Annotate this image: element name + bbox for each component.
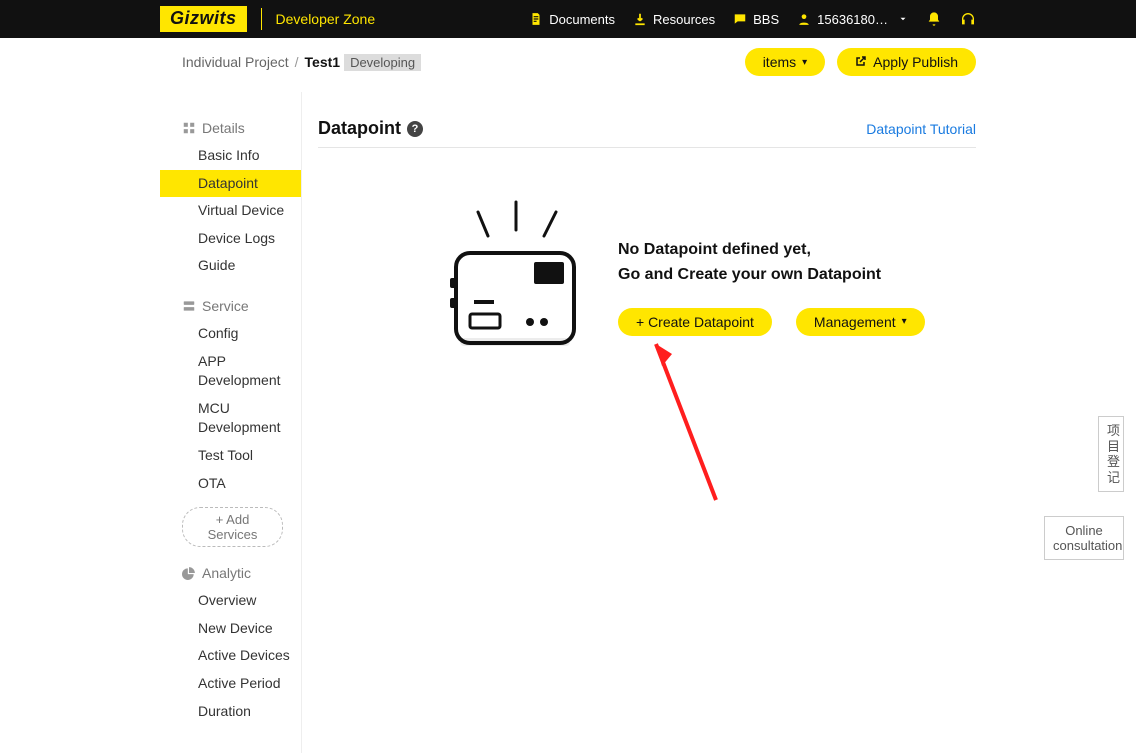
sidebar-item-guide[interactable]: Guide: [160, 252, 301, 280]
management-button-label: Management: [814, 314, 896, 330]
pie-chart-icon: [182, 566, 196, 580]
grid-icon: [182, 121, 196, 135]
sidebar-section-service: Service: [160, 298, 301, 314]
nav-documents-label: Documents: [549, 12, 615, 27]
datapoint-tutorial-link[interactable]: Datapoint Tutorial: [866, 121, 976, 137]
breadcrumb-separator: /: [295, 54, 299, 70]
sidebar-item-active-period[interactable]: Active Period: [160, 670, 301, 698]
download-icon: [633, 12, 647, 26]
nav-bbs-label: BBS: [753, 12, 779, 27]
logo-separator: [261, 8, 262, 30]
sidebar-item-ota[interactable]: OTA: [160, 470, 301, 498]
nav-resources-label: Resources: [653, 12, 715, 27]
project-register-label: 项目登记: [1107, 423, 1115, 485]
empty-state-line1: No Datapoint defined yet,: [618, 241, 811, 258]
create-datapoint-button[interactable]: + Create Datapoint: [618, 308, 772, 336]
sidebar-item-mcu-development[interactable]: MCU Development: [160, 395, 301, 442]
help-icon[interactable]: ?: [407, 121, 423, 137]
sidebar-item-active-devices[interactable]: Active Devices: [160, 642, 301, 670]
nav-documents[interactable]: Documents: [529, 12, 615, 27]
sidebar-item-test-tool[interactable]: Test Tool: [160, 442, 301, 470]
nav-resources[interactable]: Resources: [633, 12, 715, 27]
caret-down-icon: ▾: [902, 316, 907, 327]
page-title-text: Datapoint: [318, 118, 401, 139]
sidebar-item-basic-info[interactable]: Basic Info: [160, 142, 301, 170]
caret-down-icon: ▾: [802, 57, 807, 68]
apply-publish-label: Apply Publish: [873, 54, 958, 70]
sidebar-item-duration[interactable]: Duration: [160, 698, 301, 726]
top-nav: Gizwits Developer Zone Documents Resourc…: [0, 0, 1136, 38]
items-button-label: items: [763, 54, 796, 70]
sidebar-item-device-logs[interactable]: Device Logs: [160, 225, 301, 253]
sidebar-section-service-label: Service: [202, 298, 249, 314]
nav-bbs[interactable]: BBS: [733, 12, 779, 27]
main-content: Datapoint ? Datapoint Tutorial: [318, 92, 976, 753]
caret-down-icon: [898, 12, 908, 27]
external-icon: [855, 54, 867, 70]
sidebar-section-analytic-label: Analytic: [202, 565, 251, 581]
developer-zone-link[interactable]: Developer Zone: [276, 11, 376, 27]
sidebar-item-app-development[interactable]: APP Development: [160, 348, 301, 395]
sub-header: Individual Project / Test1 Developing it…: [0, 38, 1136, 92]
notifications-icon[interactable]: [926, 11, 942, 27]
add-services-button[interactable]: + Add Services: [182, 507, 283, 547]
nav-user-menu[interactable]: 15636180…: [797, 12, 908, 27]
project-status-badge: Developing: [344, 54, 421, 71]
sidebar-section-details-label: Details: [202, 120, 245, 136]
logo[interactable]: Gizwits: [160, 6, 247, 32]
user-icon: [797, 12, 811, 26]
nav-username: 15636180…: [817, 12, 888, 27]
server-icon: [182, 299, 196, 313]
chat-icon: [733, 12, 747, 26]
support-icon[interactable]: [960, 11, 976, 27]
document-icon: [529, 12, 543, 26]
empty-state-text: No Datapoint defined yet, Go and Create …: [618, 238, 925, 288]
sidebar-item-virtual-device[interactable]: Virtual Device: [160, 197, 301, 225]
project-register-float[interactable]: 项目登记: [1098, 416, 1124, 492]
device-illustration: [438, 198, 588, 368]
items-dropdown-button[interactable]: items ▾: [745, 48, 825, 76]
breadcrumb-current: Test1: [305, 54, 341, 70]
sidebar-section-analytic: Analytic: [160, 565, 301, 581]
empty-state-line2: Go and Create your own Datapoint: [618, 266, 881, 283]
sidebar-item-datapoint[interactable]: Datapoint: [160, 170, 301, 198]
sidebar-item-overview[interactable]: Overview: [160, 587, 301, 615]
management-dropdown-button[interactable]: Management ▾: [796, 308, 925, 336]
apply-publish-button[interactable]: Apply Publish: [837, 48, 976, 76]
sidebar-item-config[interactable]: Config: [160, 320, 301, 348]
page-title: Datapoint ?: [318, 118, 423, 139]
online-consultation-float[interactable]: Online consultation: [1044, 516, 1124, 560]
sidebar: Details Basic Info Datapoint Virtual Dev…: [160, 92, 302, 753]
breadcrumb-parent[interactable]: Individual Project: [182, 54, 289, 70]
sidebar-section-details: Details: [160, 120, 301, 136]
